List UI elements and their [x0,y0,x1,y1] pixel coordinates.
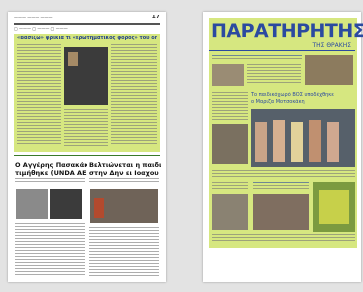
group-figure-3 [291,122,303,162]
top-headline: «Βασίζω» φρικιά τι «ερωτηματικός φόρος» … [17,36,157,40]
masthead-subtitle: ΤΗΣ ΘΡΑΚΗΣ [312,42,351,49]
front-photo-small [212,64,244,86]
front-text-5 [253,182,309,191]
front-text-4 [212,182,248,191]
masthead-rule [209,50,355,51]
left-newspaper-page[interactable]: ——— ——— ——— 17 ▢ ——— ▢ ——— ▢ ——— «Βασίζω… [8,12,166,282]
mid-headline: Το παιδικόχωρό ΒΟΣ υποδέχθηκε [251,92,334,98]
photo-figure-red [94,198,104,218]
front-text-3 [212,170,355,179]
document-viewer: ——— ——— ——— 17 ▢ ——— ▢ ——— ▢ ——— «Βασίζω… [0,0,363,292]
top-headline-lines [212,55,302,61]
front-text-2 [212,92,248,122]
front-photo-left [212,124,248,164]
photo-figure [68,52,78,66]
text-column-2 [64,109,108,148]
article2-body [89,227,159,278]
group-figure-2 [273,120,285,162]
article2-title: Βελτιώνεται η παιδικη χαρά [89,161,161,169]
page-number: 17 [151,15,160,19]
masthead-title: ΠΑΡΑΤΗΡΗΤΗΣ [211,20,363,42]
group-figure-4 [309,120,321,162]
article1-subtitle: τιμήθηκε (UNDA ΑΕ) [15,169,87,177]
article2-lead [89,178,159,184]
page-header-text: ——— ——— ——— [14,16,53,20]
article2-subtitle: στην Δην ει Ιοαχου [89,169,159,177]
text-column-1 [17,44,61,146]
text-column-3 [111,44,157,146]
group-figure-1 [255,122,267,162]
section-links: ▢ ——— ▢ ——— ▢ ——— [14,27,68,31]
group-figure-5 [327,122,339,162]
front-photo-top [305,55,353,85]
front-photo-bottom-left [212,194,248,230]
article1-photo-2 [50,189,82,219]
front-text-1 [247,64,301,85]
right-newspaper-page[interactable]: ΠΑΡΑΤΗΡΗΤΗΣ ΤΗΣ ΘΡΑΚΗΣ Το παιδικόχωρό ΒΟ… [203,12,363,282]
header-rule [14,23,160,25]
article1-title: Ο Αγγέρης Πασακάκης [15,161,87,169]
article1-photo-1 [16,189,48,219]
article1-lead [15,178,85,184]
article1-body [15,223,85,277]
advert-inner [319,190,349,224]
mid-headline-2: ο Μαριζα Μοτσοκάκη [251,99,305,105]
front-photo-bottom-mid [253,194,309,230]
front-footer-lines [212,234,355,243]
section-divider [14,155,160,156]
